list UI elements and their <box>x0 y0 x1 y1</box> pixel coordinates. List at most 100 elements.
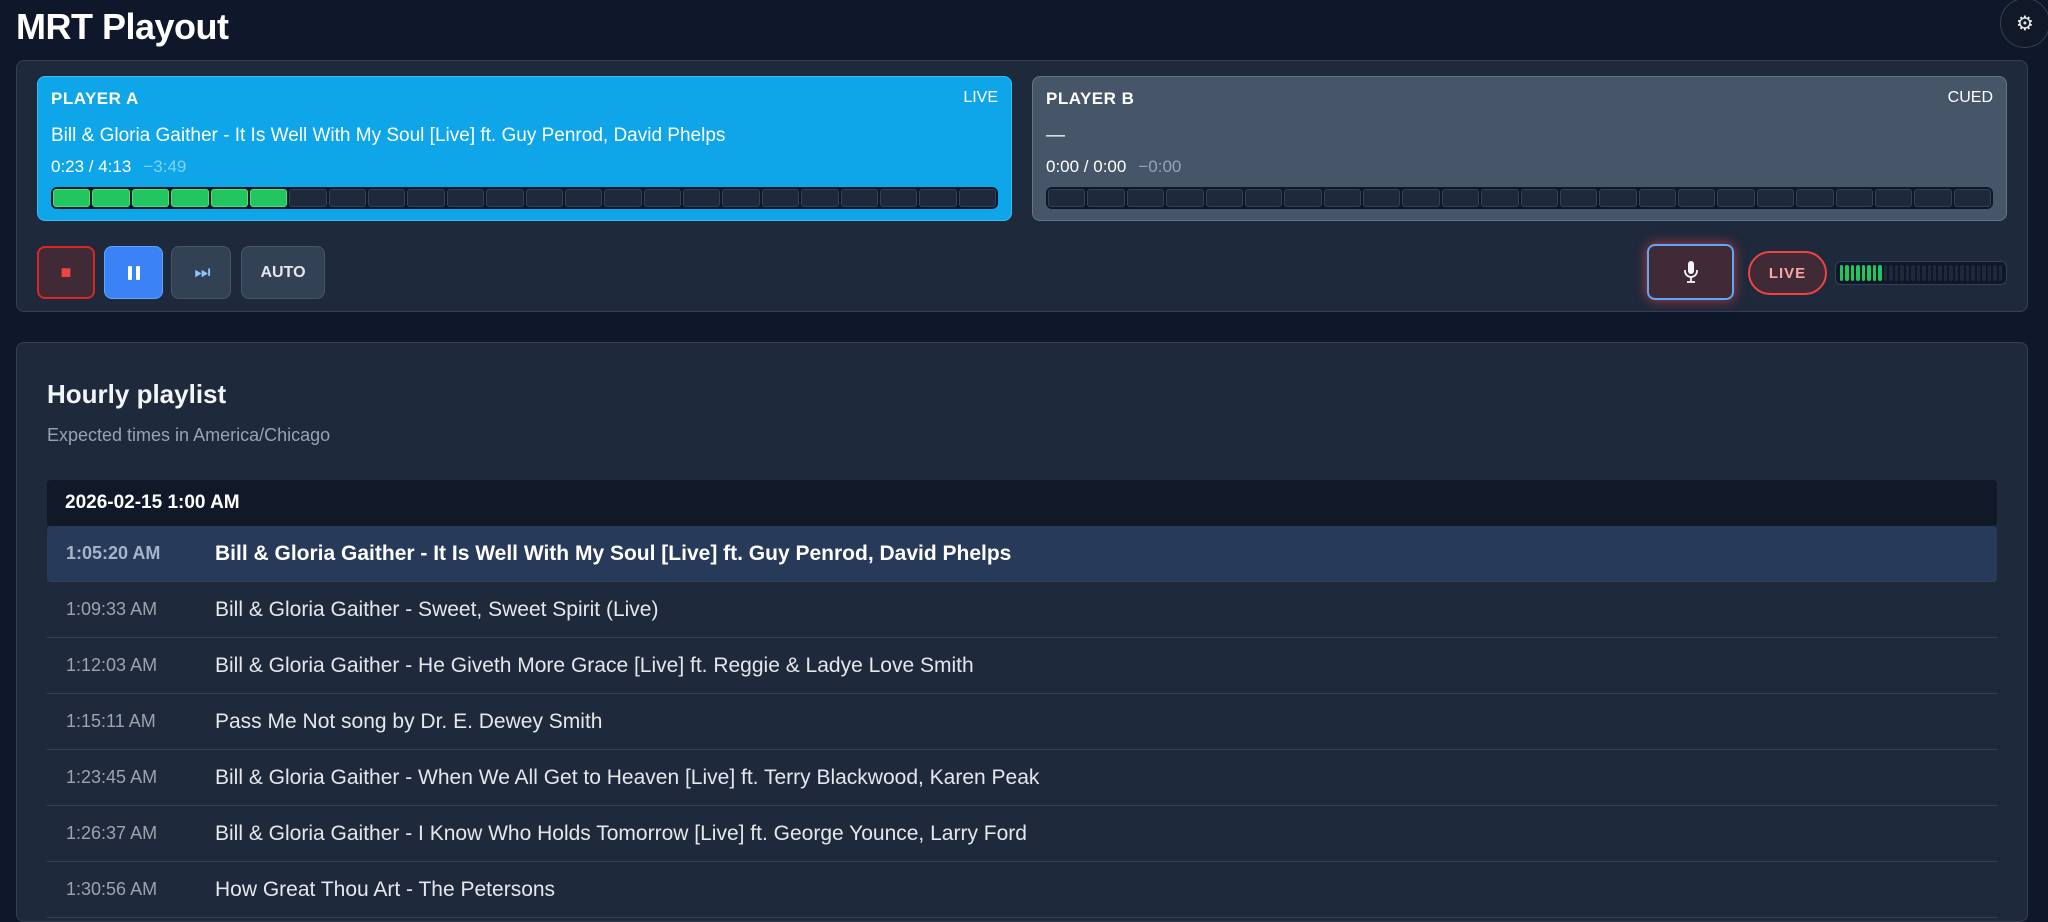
progress-segment <box>1599 189 1637 207</box>
playlist-row-track: Bill & Gloria Gaither - I Know Who Holds… <box>215 821 1027 845</box>
playlist-list: 1:05:20 AM Bill & Gloria Gaither - It Is… <box>47 526 1997 918</box>
player-a[interactable]: PLAYER A LIVE Bill & Gloria Gaither - It… <box>37 76 1012 221</box>
player-track-title: — <box>1046 125 1065 146</box>
meter-segment <box>1911 265 1915 281</box>
playlist-row[interactable]: 1:15:11 AM Pass Me Not song by Dr. E. De… <box>47 694 1997 750</box>
live-button[interactable]: LIVE <box>1748 251 1827 295</box>
meter-segment <box>1878 265 1882 281</box>
progress-segment <box>171 189 209 207</box>
playlist-row-track: Pass Me Not song by Dr. E. Dewey Smith <box>215 709 603 733</box>
progress-segment <box>1914 189 1952 207</box>
playlist-row[interactable]: 1:12:03 AM Bill & Gloria Gaither - He Gi… <box>47 638 1997 694</box>
meter-segment <box>1965 265 1970 281</box>
playlist-panel: Hourly playlist Expected times in Americ… <box>16 342 2028 922</box>
progress-segment <box>1363 189 1401 207</box>
playlist-row-time: 1:30:56 AM <box>66 879 158 899</box>
playlist-title: Hourly playlist <box>47 379 227 409</box>
progress-segment <box>604 189 642 207</box>
progress-segment <box>643 189 681 207</box>
progress-segment <box>1126 189 1165 207</box>
auto-mode-button[interactable]: AUTO <box>241 246 325 299</box>
player-progress-bar[interactable] <box>1046 187 1993 209</box>
progress-segment <box>525 189 563 207</box>
progress-segment <box>1638 189 1676 207</box>
player-progress-bar[interactable] <box>51 187 998 209</box>
playlist-row-time: 1:15:11 AM <box>66 711 156 731</box>
player-name: PLAYER A <box>51 89 139 108</box>
microphone-icon <box>1683 261 1698 283</box>
playlist-row-track: How Great Thou Art - The Petersons <box>215 877 556 901</box>
player-track-title: Bill & Gloria Gaither - It Is Well With … <box>51 125 726 146</box>
playlist-row-time: 1:12:03 AM <box>66 655 158 675</box>
meter-segment <box>1845 265 1849 281</box>
meter-segment <box>1932 265 1937 281</box>
playlist-row[interactable]: 1:09:33 AM Bill & Gloria Gaither - Sweet… <box>47 582 1997 638</box>
progress-segment <box>407 189 445 207</box>
playlist-row[interactable]: 1:26:37 AM Bill & Gloria Gaither - I Kno… <box>47 806 1997 862</box>
progress-segment <box>801 189 839 207</box>
progress-segment <box>1953 189 1991 207</box>
progress-segment <box>919 189 957 207</box>
meter-segment <box>1867 265 1871 281</box>
meter-segment <box>1971 265 1975 281</box>
playlist-row-track: Bill & Gloria Gaither - Sweet, Sweet Spi… <box>215 597 659 621</box>
deck-panel: PLAYER A LIVE Bill & Gloria Gaither - It… <box>16 60 2028 312</box>
progress-segment <box>328 189 366 207</box>
progress-segment <box>1796 189 1834 207</box>
auto-label: AUTO <box>260 263 306 281</box>
playlist-row-track: Bill & Gloria Gaither - He Giveth More G… <box>215 653 974 677</box>
stop-button[interactable]: ■ <box>37 246 95 299</box>
skip-next-icon: ⏭ <box>194 262 210 282</box>
player-time-readout: 0:23 / 4:13 −3:49 <box>51 157 998 177</box>
progress-segment <box>1520 189 1558 207</box>
progress-segment <box>879 189 918 207</box>
player-time-readout: 0:00 / 0:00 −0:00 <box>1046 157 1993 177</box>
playlist-row[interactable]: 1:23:45 AM Bill & Gloria Gaither - When … <box>47 750 1997 806</box>
playlist-subtitle: Expected times in America/Chicago <box>47 425 331 445</box>
meter-segment <box>1982 265 1986 281</box>
playlist-row-time: 1:26:37 AM <box>66 823 158 843</box>
progress-segment <box>1284 189 1322 207</box>
progress-segment <box>1559 189 1598 207</box>
settings-button[interactable]: ⚙ <box>2000 0 2048 48</box>
player-remaining: −3:49 <box>143 157 187 176</box>
player-remaining: −0:00 <box>1138 157 1182 176</box>
player-name: PLAYER B <box>1046 89 1135 108</box>
progress-segment <box>1166 189 1204 207</box>
meter-segment <box>1938 265 1942 281</box>
player-state-badge: CUED <box>1947 89 1993 106</box>
progress-segment <box>1717 189 1755 207</box>
progress-segment <box>1205 189 1243 207</box>
playlist-row-time: 1:23:45 AM <box>66 767 158 787</box>
meter-segment <box>1840 265 1844 281</box>
microphone-button[interactable] <box>1647 244 1734 300</box>
player-elapsed-duration: 0:23 / 4:13 <box>51 157 132 176</box>
playlist-row[interactable]: 1:30:56 AM How Great Thou Art - The Pete… <box>47 862 1997 918</box>
meter-segment <box>1872 265 1877 281</box>
progress-segment <box>1874 189 1913 207</box>
progress-segment <box>289 189 327 207</box>
player-b[interactable]: PLAYER B CUED — 0:00 / 0:00 −0:00 <box>1032 76 2007 221</box>
skip-next-button[interactable]: ⏭ <box>171 246 231 299</box>
meter-segment <box>1905 265 1910 281</box>
gear-icon: ⚙ <box>2016 12 2034 35</box>
progress-segment <box>1244 189 1283 207</box>
progress-segment <box>486 189 524 207</box>
progress-segment <box>210 189 248 207</box>
progress-segment <box>1835 189 1873 207</box>
progress-segment <box>53 189 91 207</box>
progress-segment <box>958 189 996 207</box>
pause-button[interactable] <box>104 246 163 299</box>
playlist-row[interactable]: 1:05:20 AM Bill & Gloria Gaither - It Is… <box>47 526 1997 582</box>
pause-icon <box>127 265 140 280</box>
meter-segment <box>1927 265 1931 281</box>
progress-segment <box>1323 189 1361 207</box>
progress-segment <box>1678 189 1716 207</box>
progress-segment <box>1481 189 1519 207</box>
progress-segment <box>722 189 760 207</box>
progress-segment <box>564 189 603 207</box>
progress-segment <box>683 189 721 207</box>
meter-segment <box>1954 265 1959 281</box>
progress-segment <box>446 189 485 207</box>
meter-segment <box>1960 265 1964 281</box>
